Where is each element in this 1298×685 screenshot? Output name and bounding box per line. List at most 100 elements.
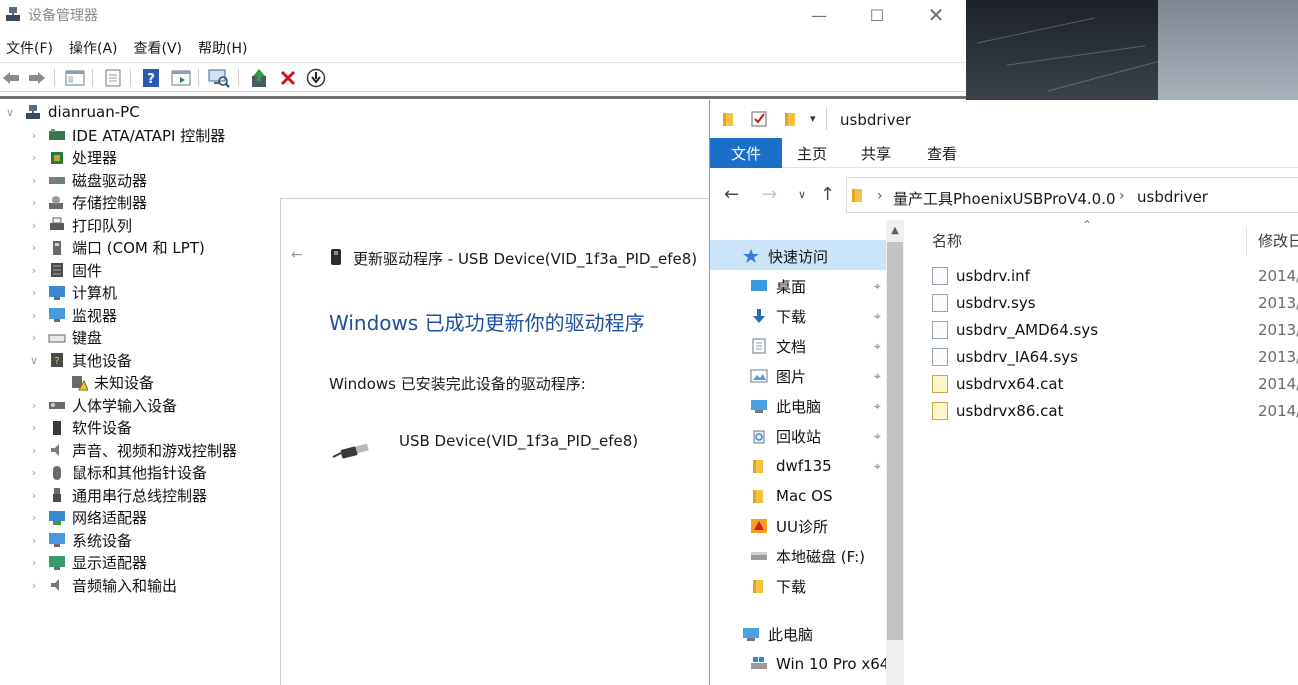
show-hide-console-tree-icon[interactable] bbox=[64, 67, 86, 89]
nav-item[interactable]: dwf135 ⌖ bbox=[750, 452, 881, 480]
nav-item[interactable]: 此电脑 bbox=[742, 620, 813, 648]
tree-category[interactable]: › 声音、视频和游戏控制器 bbox=[28, 439, 237, 461]
forward-arrow-icon[interactable]: → bbox=[762, 184, 777, 205]
breadcrumb-chevron-icon[interactable]: › bbox=[877, 188, 883, 204]
tree-category[interactable]: › 鼠标和其他指针设备 bbox=[28, 462, 207, 484]
tree-category[interactable]: › IDE ATA/ATAPI 控制器 bbox=[28, 124, 225, 146]
menu-action[interactable]: 操作(A) bbox=[63, 35, 128, 59]
nav-item[interactable]: 文档 ⌖ bbox=[750, 332, 881, 360]
nav-item[interactable]: 此电脑 ⌖ bbox=[750, 392, 881, 420]
file-row[interactable]: usbdrv.sys 2013/ bbox=[932, 289, 1298, 316]
chevron-right-icon[interactable]: › bbox=[28, 399, 40, 412]
chevron-right-icon[interactable]: › bbox=[28, 196, 40, 209]
customize-dropdown-icon[interactable]: ▾ bbox=[810, 112, 816, 125]
file-row[interactable]: usbdrv.inf 2014/ bbox=[932, 262, 1298, 289]
scroll-up-icon[interactable]: ▲ bbox=[886, 220, 904, 240]
chevron-down-icon[interactable]: ∨ bbox=[28, 354, 40, 367]
new-folder-icon[interactable] bbox=[784, 111, 798, 131]
chevron-right-icon[interactable]: › bbox=[28, 241, 40, 254]
back-arrow-icon[interactable]: ← bbox=[291, 247, 303, 263]
help-icon[interactable]: ? bbox=[140, 67, 162, 89]
nav-item[interactable]: 下载 bbox=[750, 572, 806, 600]
chevron-right-icon[interactable]: › bbox=[28, 264, 40, 277]
update-driver-icon[interactable] bbox=[248, 67, 270, 89]
maximize-button[interactable]: ☐ bbox=[854, 0, 900, 30]
tree-category[interactable]: › 通用串行总线控制器 bbox=[28, 484, 207, 506]
chevron-right-icon[interactable]: › bbox=[28, 174, 40, 187]
chevron-down-icon[interactable]: ∨ bbox=[4, 106, 16, 119]
nav-item[interactable]: 图片 ⌖ bbox=[750, 362, 881, 390]
nav-item[interactable]: 本地磁盘 (F:) bbox=[750, 542, 865, 570]
chevron-right-icon[interactable]: › bbox=[28, 331, 40, 344]
tree-category[interactable]: › 处理器 bbox=[28, 147, 117, 169]
nav-item[interactable]: 回收站 ⌖ bbox=[750, 422, 881, 450]
uninstall-device-icon[interactable] bbox=[277, 67, 299, 89]
nav-item[interactable]: 下载 ⌖ bbox=[750, 302, 881, 330]
address-bar[interactable]: › 量产工具PhoenixUSBProV4.0.0 › usbdriver bbox=[846, 177, 1298, 213]
nav-item-quick-access[interactable]: 快速访问 bbox=[742, 242, 828, 270]
title-bar[interactable]: 设备管理器 — ☐ ✕ bbox=[0, 0, 966, 30]
properties-check-icon[interactable] bbox=[750, 110, 768, 132]
tree-category[interactable]: › 存储控制器 bbox=[28, 192, 147, 214]
chevron-right-icon[interactable]: › bbox=[28, 534, 40, 547]
tree-category[interactable]: › 软件设备 bbox=[28, 417, 132, 439]
chevron-right-icon[interactable]: › bbox=[28, 489, 40, 502]
nav-item[interactable]: UU诊所 bbox=[750, 512, 828, 540]
chevron-right-icon[interactable]: › bbox=[28, 129, 40, 142]
tree-category[interactable]: › 监视器 bbox=[28, 304, 117, 326]
nav-item[interactable]: Mac OS bbox=[750, 482, 832, 510]
tree-category[interactable]: › 键盘 bbox=[28, 327, 102, 349]
chevron-right-icon[interactable]: › bbox=[28, 309, 40, 322]
chevron-right-icon[interactable]: › bbox=[28, 444, 40, 457]
minimize-button[interactable]: — bbox=[796, 0, 842, 30]
breadcrumb-current[interactable]: usbdriver bbox=[1137, 188, 1208, 206]
recent-dropdown-icon[interactable]: ∨ bbox=[798, 188, 806, 201]
explorer-title-bar[interactable]: ▾ usbdriver bbox=[710, 100, 1298, 138]
scroll-thumb[interactable] bbox=[887, 242, 903, 640]
tab-view[interactable]: 查看 bbox=[916, 138, 968, 168]
tree-category[interactable]: › 音频输入和输出 bbox=[28, 574, 177, 596]
nav-scrollbar[interactable]: ▲ bbox=[886, 220, 904, 685]
tree-child-item[interactable]: 未知设备 bbox=[50, 372, 154, 394]
file-row[interactable]: usbdrv_IA64.sys 2013/ bbox=[932, 343, 1298, 370]
menu-view[interactable]: 查看(V) bbox=[128, 35, 193, 59]
tab-file[interactable]: 文件 bbox=[710, 138, 782, 168]
action-pane-icon[interactable] bbox=[170, 67, 192, 89]
tree-category[interactable]: ∨? 其他设备 bbox=[28, 349, 132, 371]
chevron-right-icon[interactable]: › bbox=[28, 421, 40, 434]
tree-category[interactable]: › 打印队列 bbox=[28, 214, 132, 236]
chevron-right-icon[interactable]: › bbox=[28, 286, 40, 299]
breadcrumb-parent[interactable]: 量产工具PhoenixUSBProV4.0.0 bbox=[893, 188, 1116, 209]
file-row[interactable]: usbdrvx64.cat 2014/ bbox=[932, 370, 1298, 397]
back-arrow-icon[interactable]: ← bbox=[724, 184, 739, 205]
tree-category[interactable]: › 端口 (COM 和 LPT) bbox=[28, 237, 205, 259]
chevron-right-icon[interactable]: › bbox=[28, 511, 40, 524]
tree-category[interactable]: › 磁盘驱动器 bbox=[28, 169, 147, 191]
tree-category[interactable]: › 计算机 bbox=[28, 282, 117, 304]
tree-category[interactable]: › 固件 bbox=[28, 259, 102, 281]
tree-category[interactable]: › 网络适配器 bbox=[28, 507, 147, 529]
tab-share[interactable]: 共享 bbox=[850, 138, 902, 168]
chevron-right-icon[interactable]: › bbox=[28, 556, 40, 569]
chevron-right-icon[interactable]: › bbox=[28, 579, 40, 592]
tree-category[interactable]: › 系统设备 bbox=[28, 529, 132, 551]
nav-item[interactable]: 本地磁盘 (D:) bbox=[750, 680, 869, 685]
tab-home[interactable]: 主页 bbox=[786, 138, 838, 168]
column-header-name[interactable]: 名称 bbox=[932, 230, 962, 251]
menu-help[interactable]: 帮助(H) bbox=[192, 35, 257, 59]
nav-item[interactable]: Win 10 Pro x64 bbox=[750, 650, 889, 678]
tree-category[interactable]: › 显示适配器 bbox=[28, 552, 147, 574]
column-divider[interactable] bbox=[1246, 226, 1247, 256]
nav-item[interactable]: 桌面 ⌖ bbox=[750, 272, 881, 300]
menu-file[interactable]: 文件(F) bbox=[0, 35, 63, 59]
enable-device-icon[interactable] bbox=[305, 67, 327, 89]
properties-icon[interactable] bbox=[102, 67, 124, 89]
breadcrumb-chevron-icon[interactable]: › bbox=[1119, 188, 1125, 204]
file-row[interactable]: usbdrv_AMD64.sys 2013/ bbox=[932, 316, 1298, 343]
tree-category[interactable]: › 人体学输入设备 bbox=[28, 394, 177, 416]
up-arrow-icon[interactable]: ↑ bbox=[820, 184, 835, 205]
chevron-right-icon[interactable]: › bbox=[28, 466, 40, 479]
scan-hardware-icon[interactable] bbox=[208, 67, 230, 89]
close-button[interactable]: ✕ bbox=[913, 0, 959, 30]
chevron-right-icon[interactable]: › bbox=[28, 151, 40, 164]
